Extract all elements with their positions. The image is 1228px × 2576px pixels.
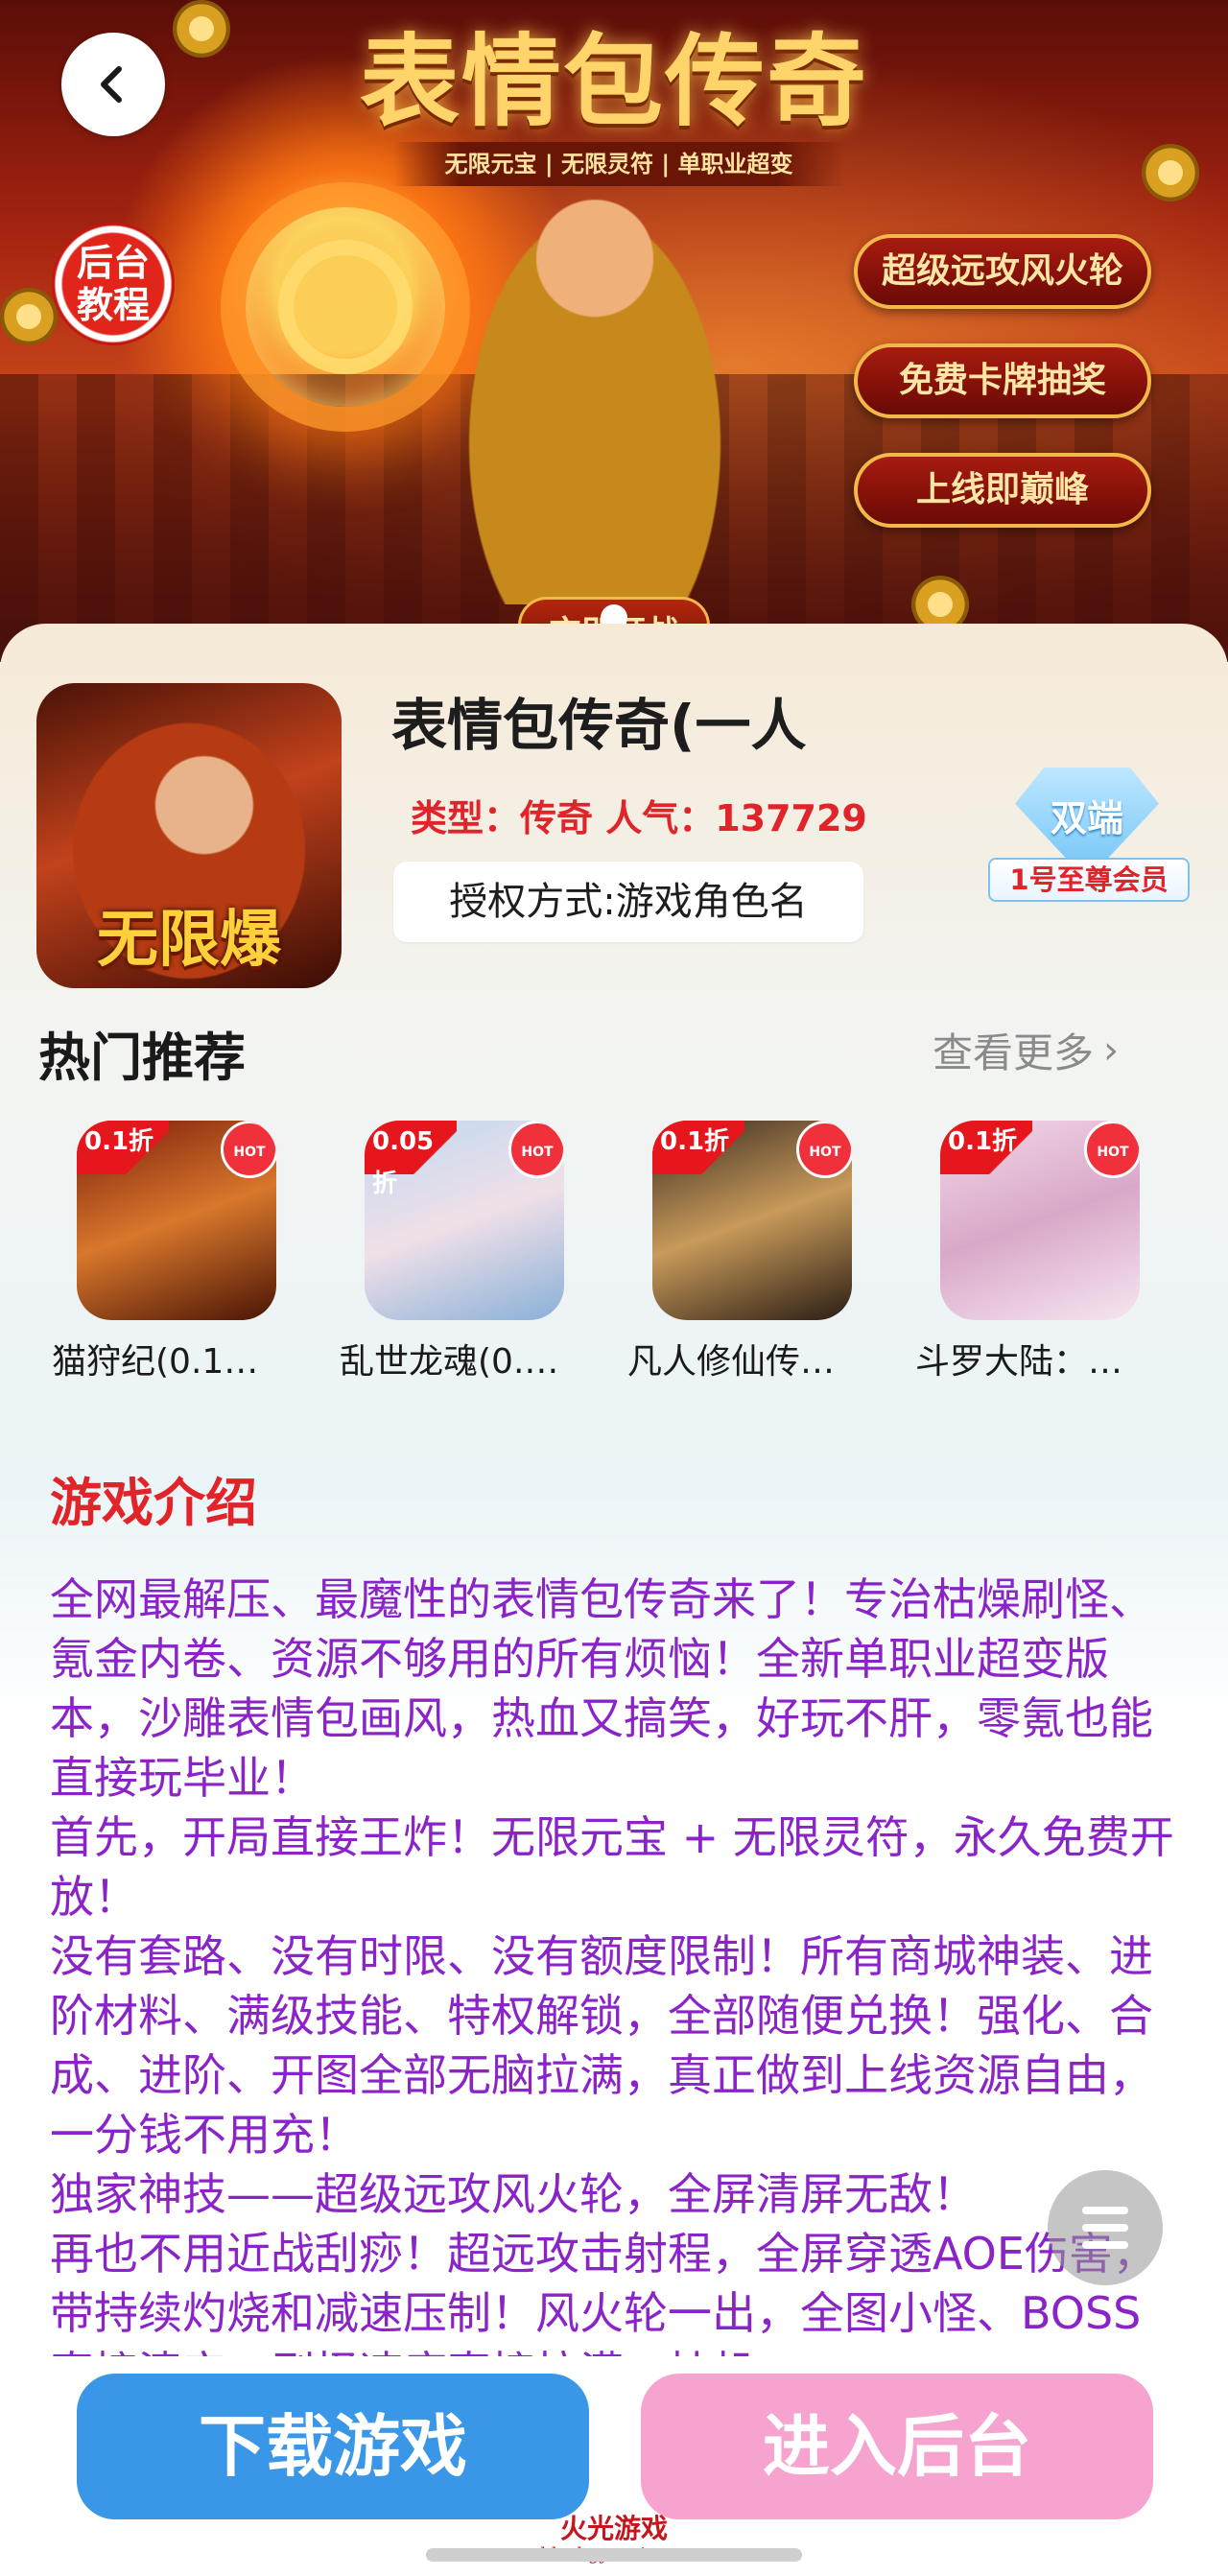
hero-feature-badge: 上线即巅峰 (854, 453, 1151, 528)
home-indicator[interactable] (426, 2548, 802, 2562)
hero-character-illustration (451, 182, 739, 604)
fire-wheel-inner-graphic (278, 240, 413, 374)
hero-feature-badge: 免费卡牌抽奖 (854, 343, 1151, 418)
chevron-left-icon (101, 66, 122, 103)
hero-subtitle: 无限元宝 | 无限灵符 | 单职业超变 (393, 142, 844, 186)
intro-paragraph: 没有套路、没有时限、没有额度限制！所有商城神装、进阶材料、满级技能、特权解锁，全… (50, 1930, 1153, 2161)
hero-feature-badge: 超级远攻风火轮 (854, 234, 1151, 309)
recommend-game-icon: 0.1折 HOT (652, 1121, 852, 1320)
hot-badge-icon: HOT (796, 1121, 852, 1178)
hot-badge-icon: HOT (508, 1121, 564, 1178)
vip-badge-label: 双端 (1050, 797, 1123, 839)
intro-paragraph: 全网最解压、最魔性的表情包传奇来了！专治枯燥刷怪、氪金内卷、资源不够用的所有烦恼… (50, 1573, 1153, 1804)
recommend-game-icon: 0.1折 HOT (77, 1121, 276, 1320)
app-icon-caption: 无限爆 (97, 905, 281, 976)
recommend-game-name: 猫狩纪(0.1… (52, 1342, 259, 1382)
discount-badge: 0.1折 (652, 1121, 744, 1174)
game-intro-body: 全网最解压、最魔性的表情包传奇来了！专治枯燥刷怪、氪金内卷、资源不够用的所有烦恼… (50, 1570, 1182, 2356)
hot-recommend-title: 热门推荐 (38, 1028, 246, 1088)
recommend-game-item[interactable]: 0.1折 HOT 凡人修仙传… (624, 1121, 883, 1383)
game-title: 表情包传奇(一人 (391, 693, 807, 758)
hero-banner[interactable]: 表情包传奇 无限元宝 | 无限灵符 | 单职业超变 超级远攻风火轮 免费卡牌抽奖… (0, 0, 1228, 662)
recommend-game-name: 斗罗大陆：… (915, 1342, 1123, 1382)
watermark-line1: 火光游戏 (559, 2513, 668, 2544)
download-game-button[interactable]: 下载游戏 (77, 2374, 589, 2519)
menu-bar (1082, 2224, 1128, 2232)
recommend-game-name: 乱世龙魂(0.… (340, 1342, 559, 1382)
discount-badge: 0.1折 (77, 1121, 169, 1174)
hot-badge-icon: HOT (221, 1121, 276, 1178)
recommend-list: 0.1折 HOT 猫狩纪(0.1… 0.05折 HOT 乱世龙魂(0.… 0.1… (48, 1121, 1199, 1389)
vip-member-badge: 双端 1号至尊会员 (988, 768, 1190, 921)
game-app-icon: 无限爆 (36, 683, 342, 988)
intro-paragraph: 独家神技——超级远攻风火轮，全屏清屏无敌！ (50, 2168, 977, 2220)
intro-paragraph: 首先，开局直接王炸！无限元宝 + 无限灵符，永久免费开放！ (50, 1811, 1174, 1923)
game-intro-title: 游戏介绍 (50, 1473, 257, 1533)
recommend-game-icon: 0.1折 HOT (940, 1121, 1140, 1320)
discount-badge: 0.05折 (365, 1121, 457, 1198)
see-more-label: 查看更多 (933, 1029, 1095, 1076)
recommend-game-item[interactable]: 0.1折 HOT 斗罗大陆：… (911, 1121, 1170, 1383)
hero-title: 表情包传奇 (359, 22, 868, 140)
recommend-game-name: 凡人修仙传… (627, 1342, 836, 1382)
authorization-method: 授权方式:游戏角色名 (393, 862, 863, 942)
menu-bar (1082, 2241, 1128, 2249)
chevron-right-icon: › (1103, 1028, 1120, 1073)
recommend-game-item[interactable]: 0.05折 HOT 乱世龙魂(0.… (336, 1121, 595, 1383)
gold-coin-icon (1142, 144, 1199, 201)
recommend-game-item[interactable]: 0.1折 HOT 猫狩纪(0.1… (48, 1121, 307, 1383)
recommend-game-icon: 0.05折 HOT (365, 1121, 564, 1320)
tutorial-badge-line2: 教程 (76, 284, 150, 326)
tutorial-badge-line1: 后台 (76, 242, 150, 284)
intro-paragraph: 再也不用近战刮痧！超远攻击射程，全屏穿透AOE伤害，带持续灼烧和减速压制！风火轮… (50, 2228, 1157, 2356)
see-more-link[interactable]: 查看更多 › (933, 1021, 1119, 1079)
menu-bar (1082, 2207, 1128, 2214)
vip-badge-ribbon: 1号至尊会员 (988, 858, 1190, 902)
floating-menu-button[interactable] (1048, 2170, 1163, 2285)
back-button[interactable] (61, 33, 165, 136)
gold-coin-icon (0, 288, 58, 345)
gold-coin-icon (173, 0, 230, 58)
game-type-popularity: 类型：传奇 人气：137729 (411, 797, 867, 839)
enter-admin-button[interactable]: 进入后台 (641, 2374, 1153, 2519)
discount-badge: 0.1折 (940, 1121, 1032, 1174)
admin-tutorial-badge[interactable]: 后台 教程 (52, 223, 175, 345)
hot-badge-icon: HOT (1084, 1121, 1140, 1178)
